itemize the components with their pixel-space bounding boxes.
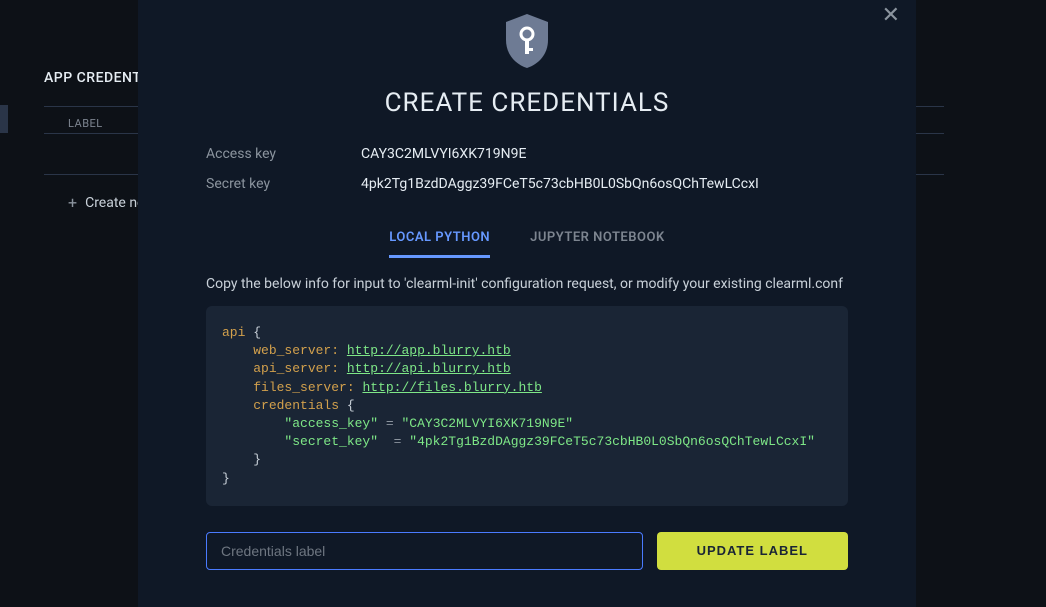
create-credentials-modal: ✕ CREATE CREDENTIALS Access key CAY3C2ML… (138, 0, 916, 607)
modal-header: CREATE CREDENTIALS (206, 12, 848, 118)
code-api-server-val: http://api.blurry.htb (347, 361, 511, 376)
code-web-server-key: web_server: (253, 343, 339, 358)
close-button[interactable]: ✕ (878, 0, 904, 30)
code-files-server-val: http://files.blurry.htb (362, 380, 541, 395)
close-icon: ✕ (882, 2, 900, 27)
plus-icon: + (68, 193, 77, 212)
code-credentials: credentials (253, 398, 339, 413)
code-web-server-val: http://app.blurry.htb (347, 343, 511, 358)
config-code-block: api { web_server: http://app.blurry.htb … (206, 306, 848, 506)
code-secret-key-v: "4pk2Tg1BzdDAggz39FCeT5c73cbHB0L0SbQn6os… (409, 434, 815, 449)
access-key-value: CAY3C2MLVYI6XK719N9E (361, 146, 526, 162)
tab-jupyter-notebook[interactable]: JUPYTER NOTEBOOK (530, 230, 665, 258)
modal-footer: UPDATE LABEL (206, 532, 848, 570)
code-access-key-k: "access_key" (284, 416, 378, 431)
secret-key-label: Secret key (206, 176, 361, 192)
update-label-button[interactable]: UPDATE LABEL (657, 532, 848, 570)
code-api-server-key: api_server: (253, 361, 339, 376)
config-instruction: Copy the below info for input to 'clearm… (206, 276, 848, 292)
credentials-label-input[interactable] (206, 532, 643, 570)
code-api: api (222, 325, 245, 340)
access-key-label: Access key (206, 146, 361, 162)
code-secret-key-k: "secret_key" (284, 434, 378, 449)
secret-key-value: 4pk2Tg1BzdDAggz39FCeT5c73cbHB0L0SbQn6osQ… (361, 176, 759, 192)
secret-key-row: Secret key 4pk2Tg1BzdDAggz39FCeT5c73cbHB… (206, 176, 848, 192)
modal-title: CREATE CREDENTIALS (385, 88, 670, 118)
config-tabs: LOCAL PYTHON JUPYTER NOTEBOOK (206, 230, 848, 258)
code-access-key-v: "CAY3C2MLVYI6XK719N9E" (401, 416, 573, 431)
code-files-server-key: files_server: (253, 380, 354, 395)
tab-local-python[interactable]: LOCAL PYTHON (389, 230, 490, 258)
sidebar-accent (0, 105, 8, 133)
access-key-row: Access key CAY3C2MLVYI6XK719N9E (206, 146, 848, 162)
shield-key-icon (502, 12, 552, 70)
